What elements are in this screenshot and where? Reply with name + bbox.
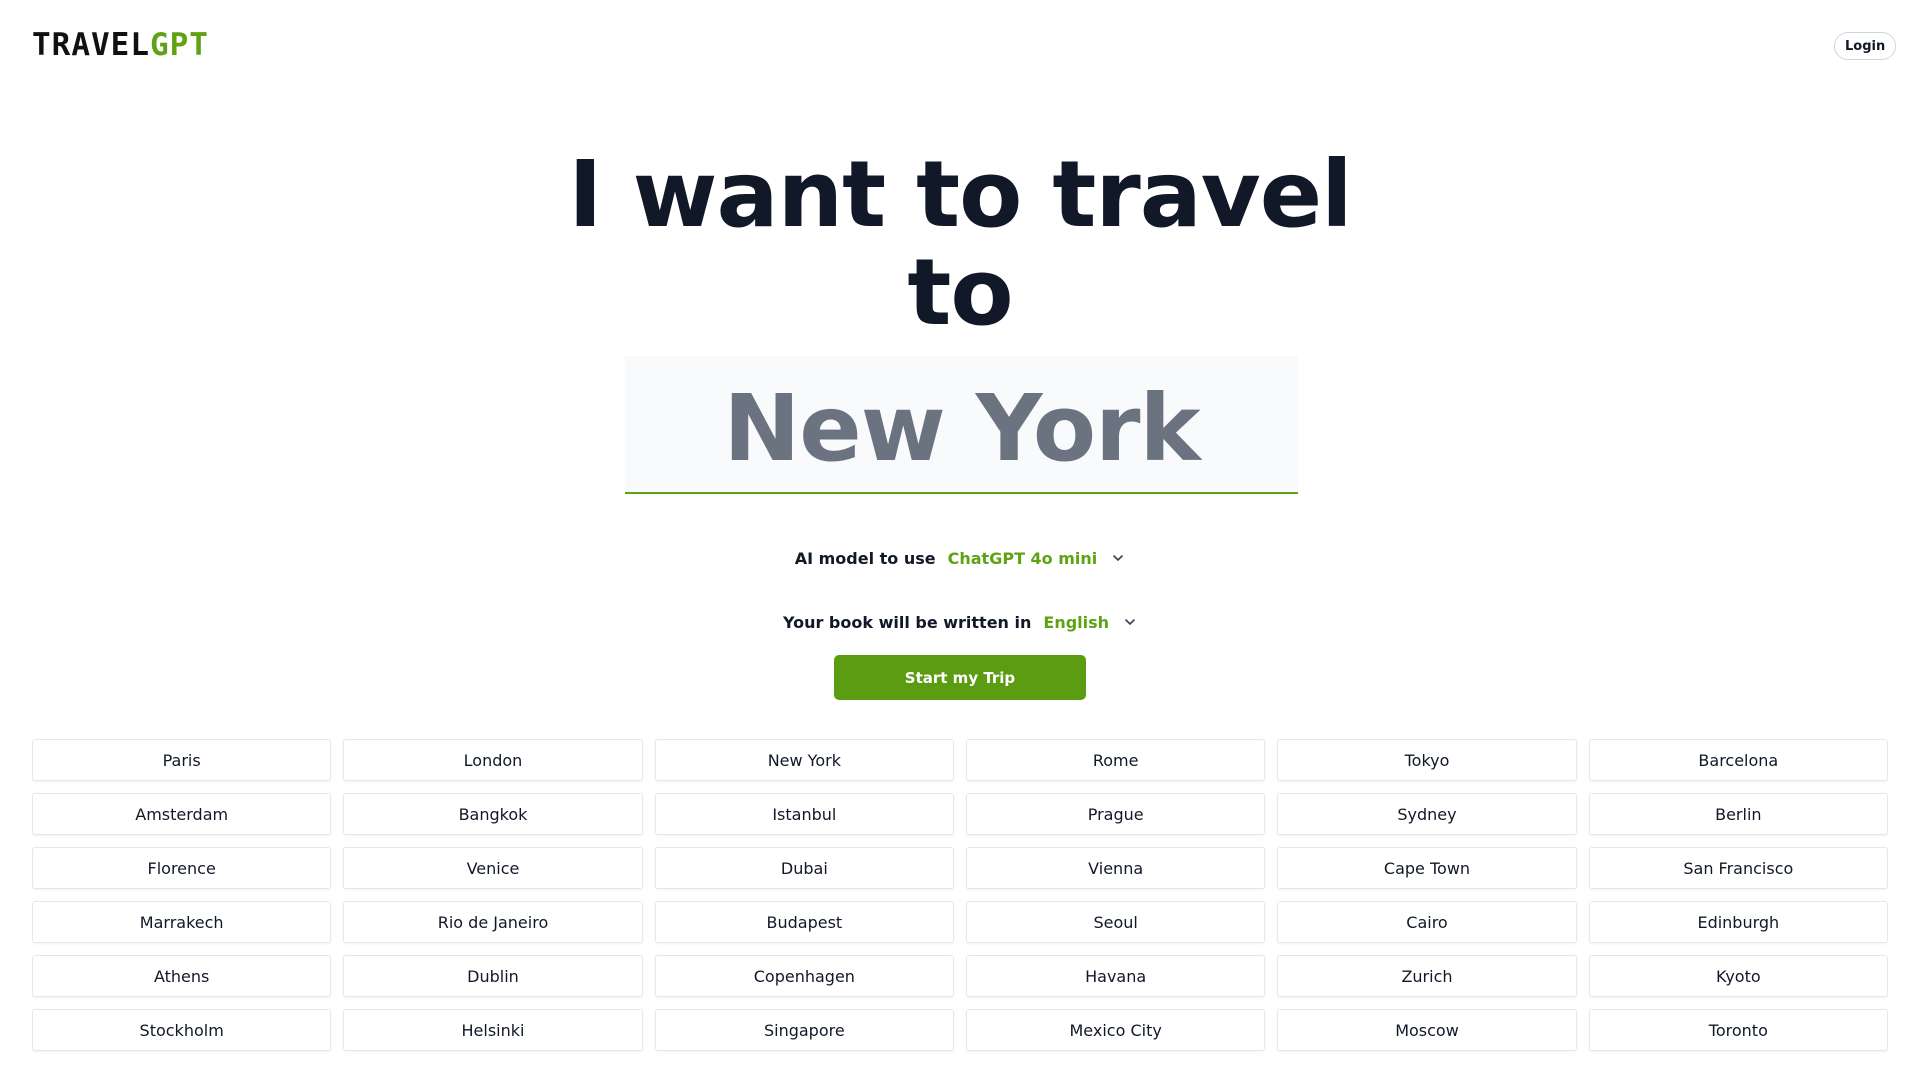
hero-title-line1: I want to travel [568, 141, 1352, 248]
logo[interactable]: TRAVELGPT [32, 28, 209, 62]
logo-gpt: GPT [149, 27, 209, 63]
city-button[interactable]: Copenhagen [654, 955, 954, 997]
city-button[interactable]: Barcelona [1588, 739, 1888, 781]
city-button[interactable]: Athens [32, 955, 332, 997]
city-button[interactable]: Zurich [1277, 955, 1577, 997]
logo-travel: TRAVEL [32, 27, 150, 63]
city-button[interactable]: Venice [343, 847, 643, 889]
destination-field[interactable] [625, 356, 1298, 494]
city-button[interactable]: Berlin [1588, 793, 1888, 835]
language-selector[interactable]: Your book will be written in English [0, 608, 1920, 636]
city-button[interactable]: Dublin [343, 955, 643, 997]
model-selector[interactable]: AI model to use ChatGPT 4o mini [0, 544, 1920, 572]
city-button[interactable]: Prague [966, 793, 1266, 835]
city-button[interactable]: New York [654, 739, 954, 781]
login-button[interactable]: Login [1834, 32, 1897, 60]
language-selector-label: Your book will be written in [782, 612, 1032, 632]
city-button[interactable]: Paris [32, 739, 332, 781]
hero-title: I want to travel to [0, 146, 1920, 342]
city-button[interactable]: Cairo [1277, 901, 1577, 943]
city-button[interactable]: London [343, 739, 643, 781]
city-button[interactable]: Havana [966, 955, 1266, 997]
chevron-down-icon[interactable] [1123, 615, 1137, 629]
city-button[interactable]: Budapest [654, 901, 954, 943]
language-selector-value[interactable]: English [1043, 613, 1109, 632]
model-selector-label: AI model to use [794, 548, 936, 568]
hero-title-line2: to [907, 239, 1013, 346]
city-button[interactable]: Marrakech [32, 901, 332, 943]
city-button[interactable]: Rome [966, 739, 1266, 781]
city-button[interactable]: Singapore [654, 1009, 954, 1051]
city-button[interactable]: Kyoto [1588, 955, 1888, 997]
city-button[interactable]: Sydney [1277, 793, 1577, 835]
header: TRAVELGPT Login [0, 0, 1920, 90]
destination-input[interactable] [625, 356, 1298, 492]
city-button[interactable]: Helsinki [343, 1009, 643, 1051]
city-button[interactable]: Mexico City [966, 1009, 1266, 1051]
city-button[interactable]: Edinburgh [1588, 901, 1888, 943]
city-button[interactable]: Tokyo [1277, 739, 1577, 781]
city-button[interactable]: Istanbul [654, 793, 954, 835]
city-grid: Paris London New York Rome Tokyo Barcelona Ams… [32, 739, 1888, 1080]
city-button[interactable]: Dubai [654, 847, 954, 889]
start-trip-button[interactable]: Start my Trip [834, 655, 1086, 700]
city-button[interactable]: Toronto [1588, 1009, 1888, 1051]
city-button[interactable]: Rio de Janeiro [343, 901, 643, 943]
city-button[interactable]: Seoul [966, 901, 1266, 943]
city-button[interactable]: Amsterdam [32, 793, 332, 835]
city-button[interactable]: Stockholm [32, 1009, 332, 1051]
city-button[interactable]: San Francisco [1588, 847, 1888, 889]
city-button[interactable]: Vienna [966, 847, 1266, 889]
city-button[interactable]: Bangkok [343, 793, 643, 835]
chevron-down-icon[interactable] [1111, 551, 1125, 565]
city-button[interactable]: Cape Town [1277, 847, 1577, 889]
city-button[interactable]: Florence [32, 847, 332, 889]
model-selector-value[interactable]: ChatGPT 4o mini [948, 549, 1098, 568]
page: TRAVELGPT Login I want to travel to AI m… [0, 0, 1920, 1080]
city-button[interactable]: Moscow [1277, 1009, 1577, 1051]
